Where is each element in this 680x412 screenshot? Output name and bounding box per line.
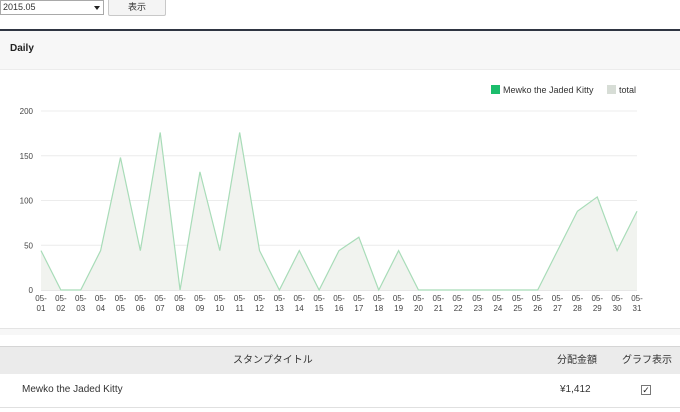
x-tick-label: 31 (633, 304, 642, 313)
x-tick-label: 13 (275, 304, 284, 313)
panel-title: Daily (10, 43, 34, 54)
x-tick-label: 25 (513, 304, 522, 313)
month-select-value: 2015.05 (3, 2, 36, 12)
x-tick-label: 09 (195, 304, 204, 313)
x-tick-label: 11 (236, 304, 245, 313)
column-header-graph: グラフ表示 (622, 355, 672, 366)
x-tick-label: 03 (76, 304, 85, 313)
x-tick-label: 05- (611, 294, 623, 303)
x-tick-label: 05- (75, 294, 87, 303)
column-header-title: スタンプタイトル (233, 355, 313, 366)
x-tick-label: 12 (255, 304, 264, 313)
x-tick-label: 05- (552, 294, 564, 303)
x-tick-label: 05- (452, 294, 464, 303)
x-tick-label: 05- (472, 294, 484, 303)
x-tick-label: 05- (353, 294, 365, 303)
x-tick-label: 02 (56, 304, 65, 313)
legend-label-total: total (619, 85, 637, 95)
x-tick-label: 19 (394, 304, 403, 313)
y-tick-label: 200 (20, 107, 34, 116)
x-tick-label: 05- (95, 294, 107, 303)
x-tick-label: 01 (37, 304, 46, 313)
x-tick-label: 05- (313, 294, 325, 303)
x-tick-label: 29 (593, 304, 602, 313)
legend-swatch-mewko (491, 85, 500, 94)
row-amount: ¥1,412 (560, 384, 591, 395)
x-tick-label: 23 (474, 304, 483, 313)
x-tick-label: 05- (254, 294, 266, 303)
x-tick-label: 05- (55, 294, 67, 303)
x-tick-label: 05- (274, 294, 286, 303)
y-tick-label: 50 (24, 241, 33, 250)
x-tick-label: 20 (414, 304, 423, 313)
x-tick-label: 05- (433, 294, 445, 303)
x-tick-label: 06 (136, 304, 145, 313)
x-tick-label: 05- (115, 294, 127, 303)
x-tick-label: 05- (333, 294, 345, 303)
x-tick-label: 16 (335, 304, 344, 313)
x-tick-label: 28 (573, 304, 582, 313)
x-tick-label: 18 (374, 304, 383, 313)
y-tick-label: 0 (29, 286, 34, 295)
daily-panel: Daily 0 50 100 150 200 05- 01 05- 02 05- 03 05- 04 05… (0, 29, 680, 335)
x-tick-label: 05- (35, 294, 47, 303)
legend-swatch-total (607, 85, 616, 94)
x-tick-label: 26 (533, 304, 542, 313)
x-tick-label: 05- (591, 294, 603, 303)
month-select[interactable]: 2015.05 (0, 0, 104, 15)
legend-item-mewko[interactable]: Mewko the Jaded Kitty (491, 84, 594, 96)
show-button[interactable]: 表示 (108, 0, 166, 16)
x-tick-label: 05- (532, 294, 544, 303)
table-row: Mewko the Jaded Kitty ¥1,412 ✓ (0, 374, 680, 408)
legend-item-total[interactable]: total (607, 84, 636, 96)
legend-label-mewko: Mewko the Jaded Kitty (503, 85, 594, 95)
x-tick-label: 05- (154, 294, 166, 303)
x-tick-label: 27 (553, 304, 562, 313)
x-tick-label: 05- (393, 294, 405, 303)
table-header: スタンプタイトル 分配金額 グラフ表示 (0, 346, 680, 374)
x-tick-label: 05- (234, 294, 246, 303)
x-tick-label: 05- (631, 294, 643, 303)
x-tick-label: 10 (215, 304, 224, 313)
chart-card: 0 50 100 150 200 05- 01 05- 02 05- 03 05- 04 05- 05 05-… (0, 69, 680, 329)
chevron-down-icon (94, 6, 100, 10)
x-tick-label: 05- (174, 294, 186, 303)
x-tick-label: 05- (214, 294, 226, 303)
x-tick-label: 05- (373, 294, 385, 303)
x-tick-label: 05- (413, 294, 425, 303)
row-stamp-title: Mewko the Jaded Kitty (22, 384, 123, 395)
x-tick-label: 08 (176, 304, 185, 313)
x-tick-label: 05- (512, 294, 524, 303)
x-tick-label: 05- (293, 294, 305, 303)
y-tick-label: 150 (20, 152, 34, 161)
x-tick-label: 04 (96, 304, 105, 313)
y-tick-label: 100 (20, 197, 34, 206)
x-tick-label: 30 (613, 304, 622, 313)
x-tick-label: 05 (116, 304, 125, 313)
x-tick-label: 14 (295, 304, 304, 313)
x-tick-label: 07 (156, 304, 165, 313)
x-tick-label: 05- (194, 294, 206, 303)
x-tick-label: 21 (434, 304, 443, 313)
x-tick-label: 15 (315, 304, 324, 313)
x-tick-label: 22 (454, 304, 463, 313)
daily-chart: 05010015020005-0105-0205-0305-0405-0505-… (20, 107, 643, 313)
column-header-amount: 分配金額 (557, 355, 597, 366)
x-tick-label: 05- (572, 294, 584, 303)
x-tick-label: 17 (354, 304, 363, 313)
x-tick-label: 24 (493, 304, 502, 313)
x-tick-label: 05- (492, 294, 504, 303)
graph-toggle-checkbox[interactable]: ✓ (641, 385, 651, 395)
stamp-table: スタンプタイトル 分配金額 グラフ表示 Mewko the Jaded Kitt… (0, 346, 680, 412)
x-tick-label: 05- (135, 294, 147, 303)
